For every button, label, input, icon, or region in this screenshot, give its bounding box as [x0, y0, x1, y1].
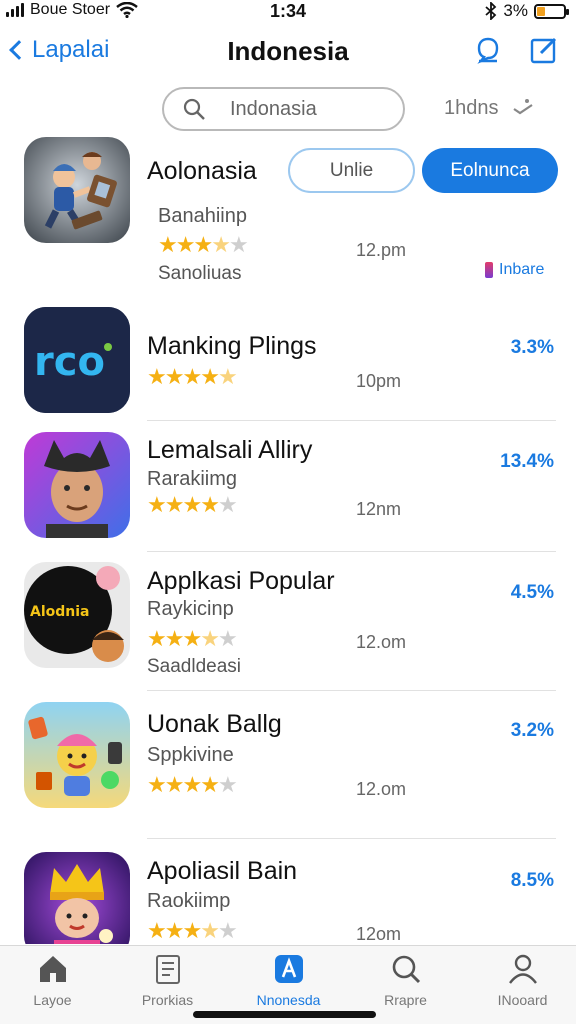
star-icon: ★ [217, 772, 238, 797]
star-icon: ★ [217, 918, 238, 943]
app-subtitle: Sppkivine [147, 744, 234, 766]
featured-app-name: Aolonasia [147, 157, 257, 185]
featured-tag-label: Inbare [499, 261, 545, 278]
star-icon: ★ [164, 364, 185, 389]
app-subtitle: Raokiimp [147, 890, 231, 912]
star-icon: ★ [158, 232, 178, 257]
star-icon: ★ [217, 364, 238, 389]
star-icon: ★ [147, 918, 167, 943]
featured-tag[interactable]: Inbare [485, 261, 544, 279]
star-icon: ★ [182, 492, 202, 517]
app-extra: Saadldeasi [147, 656, 242, 677]
featured-app-time: 12.pm [356, 240, 407, 260]
star-icon: ★ [200, 492, 220, 517]
tab-label: Layoe [33, 992, 72, 1008]
app-percent: 3.3% [510, 337, 554, 358]
app-name: Apoliasil Bain [147, 857, 298, 885]
tab-documents[interactable]: Prorkias [110, 952, 225, 1008]
star-icon: ★ [147, 772, 167, 797]
featured-outline-button[interactable]: Unlie [288, 148, 415, 193]
rating-stars: ★★★★★ [147, 626, 238, 652]
star-icon: ★ [211, 232, 231, 257]
featured-rating-stars: ★★★★★ [158, 232, 249, 258]
tab-store[interactable]: Nnonesda [231, 952, 346, 1008]
app-list-item[interactable]: Alodnia Applkasi Popular Raykicinp ★★★★★… [0, 551, 576, 691]
app-list-item[interactable]: Apoliasil Bain Raokiimp ★★★★★ 12om 8.5% [0, 840, 576, 944]
tab-search[interactable]: Rrapre [348, 952, 463, 1008]
star-icon: ★ [228, 232, 249, 257]
tag-icon [485, 262, 493, 278]
featured-app-row[interactable]: Aolonasia Unlie Eolnunca Banahiinp ★★★★★… [0, 0, 576, 300]
app-percent: 8.5% [510, 870, 554, 891]
document-icon [155, 955, 180, 984]
rating-stars: ★★★★★ [147, 918, 238, 944]
app-icon-text: rco [34, 339, 105, 385]
star-icon: ★ [147, 626, 167, 651]
app-list-item[interactable]: Lemalsali Alliry Rarakiimg ★★★★★ 12nm 13… [0, 420, 576, 552]
app-name: Uonak Ballg [147, 710, 282, 738]
tab-label: Prorkias [141, 992, 194, 1008]
search-icon [392, 955, 420, 984]
app-time: 12.om [356, 779, 407, 799]
app-name: Manking Plings [147, 332, 317, 360]
app-time: 12om [356, 924, 402, 944]
star-icon: ★ [182, 772, 202, 797]
app-percent: 3.2% [510, 720, 554, 741]
app-icon [24, 432, 130, 538]
star-icon: ★ [200, 772, 220, 797]
app-percent: 4.5% [510, 582, 554, 603]
tab-home[interactable]: Layoe [0, 952, 110, 1008]
star-icon: ★ [182, 364, 202, 389]
app-time: 12nm [356, 499, 402, 519]
profile-icon [508, 954, 537, 984]
app-icon: rco [24, 307, 130, 413]
star-icon: ★ [182, 626, 202, 651]
star-icon: ★ [164, 492, 185, 517]
row-divider [147, 838, 556, 839]
featured-app-subtitle: Banahiinp [158, 205, 247, 227]
star-icon: ★ [193, 232, 213, 257]
app-subtitle: Rarakiimg [147, 468, 238, 490]
star-icon: ★ [200, 918, 220, 943]
star-icon: ★ [217, 492, 238, 517]
featured-get-button[interactable]: Eolnunca [422, 148, 558, 193]
rating-stars: ★★★★★ [147, 364, 238, 390]
star-icon: ★ [200, 364, 220, 389]
star-icon: ★ [182, 918, 202, 943]
store-icon [274, 955, 303, 983]
app-icon [24, 852, 130, 944]
home-icon [39, 956, 66, 982]
app-icon [24, 702, 130, 808]
app-icon-text: Alodnia [30, 604, 90, 620]
app-list-item[interactable]: rco Manking Plings ★★★★★ 10pm 3.3% [0, 300, 576, 421]
app-time: 12.om [356, 632, 407, 652]
app-percent: 13.4% [500, 451, 554, 472]
featured-app-extra: Sanoliuas [158, 263, 242, 284]
tab-label: Nnonesda [256, 992, 321, 1008]
star-icon: ★ [200, 626, 220, 651]
app-time: 10pm [356, 371, 402, 391]
rating-stars: ★★★★★ [147, 772, 238, 798]
app-store-screen: Boue Stoer 1:34 3% Lapalai Indonesia Ind… [0, 0, 576, 1024]
home-indicator [193, 1011, 376, 1018]
star-icon: ★ [147, 492, 167, 517]
app-name: Lemalsali Alliry [147, 436, 313, 464]
app-name: Applkasi Popular [147, 567, 335, 595]
featured-app-icon [24, 137, 130, 243]
app-icon: Alodnia [24, 562, 130, 668]
star-icon: ★ [175, 232, 196, 257]
tab-profile[interactable]: INooard [465, 952, 576, 1008]
app-list-item[interactable]: Uonak Ballg Sppkivine ★★★★★ 12.om 3.2% [0, 690, 576, 840]
star-icon: ★ [164, 918, 185, 943]
star-icon: ★ [217, 626, 238, 651]
rating-stars: ★★★★★ [147, 492, 238, 518]
star-icon: ★ [164, 626, 185, 651]
star-icon: ★ [147, 364, 167, 389]
tab-label: INooard [497, 992, 548, 1008]
app-subtitle: Raykicinp [147, 598, 234, 620]
star-icon: ★ [164, 772, 185, 797]
tab-label: Rrapre [384, 992, 427, 1008]
